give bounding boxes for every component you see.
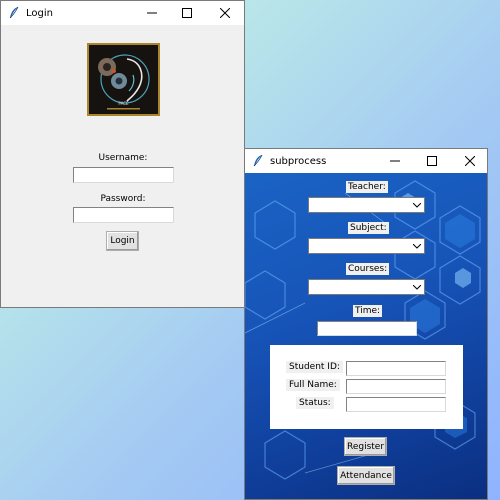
close-button[interactable] [207,1,243,25]
status-label: Status: [296,397,334,409]
chevron-down-icon [413,202,421,208]
maximize-button[interactable] [169,1,205,25]
status-input[interactable] [346,397,446,412]
student-id-label: Student ID: [286,361,343,373]
register-button[interactable]: Register [344,437,387,456]
subprocess-titlebar[interactable]: subprocess [245,149,487,173]
face-with-gears-logo: PACE [87,43,160,116]
time-label: Time: [353,305,383,317]
username-input[interactable] [73,167,174,183]
feather-icon [253,154,263,167]
password-label: Password: [100,194,146,204]
teacher-label: Teacher: [346,181,388,193]
close-button[interactable] [452,149,488,173]
attendance-button[interactable]: Attendance [337,466,395,485]
maximize-icon [427,156,437,166]
minimize-icon [390,160,400,162]
login-titlebar[interactable]: Login [1,1,244,25]
close-icon [220,8,230,18]
login-button[interactable]: Login [106,231,139,251]
teacher-combobox[interactable] [308,197,425,213]
subject-combobox[interactable] [308,238,425,254]
svg-text:PACE: PACE [118,101,129,106]
subject-label: Subject: [348,222,389,234]
login-window-title: Login [26,7,53,19]
courses-label: Courses: [346,263,390,275]
chevron-down-icon [413,243,421,249]
minimize-icon [147,12,157,14]
courses-combobox[interactable] [308,279,425,295]
maximize-button[interactable] [414,149,450,173]
subprocess-window: subprocess Teacher: Subject: Courses: Ti… [244,148,488,500]
login-window: Login PACE Username: Password: Login [0,0,245,308]
subprocess-body: Teacher: Subject: Courses: Time: Student… [245,173,487,499]
username-label: Username: [98,153,148,163]
student-form-card: Student ID: Full Name: Status: [270,345,463,429]
minimize-button[interactable] [134,1,170,25]
maximize-icon [182,8,192,18]
minimize-button[interactable] [377,149,413,173]
password-input[interactable] [73,207,174,223]
full-name-label: Full Name: [286,379,340,391]
chevron-down-icon [413,284,421,290]
close-icon [465,156,475,166]
login-body: PACE Username: Password: Login [1,25,244,307]
time-input[interactable] [317,321,417,336]
feather-icon [9,6,19,19]
student-id-input[interactable] [346,361,446,376]
full-name-input[interactable] [346,379,446,394]
subprocess-window-title: subprocess [270,155,327,167]
